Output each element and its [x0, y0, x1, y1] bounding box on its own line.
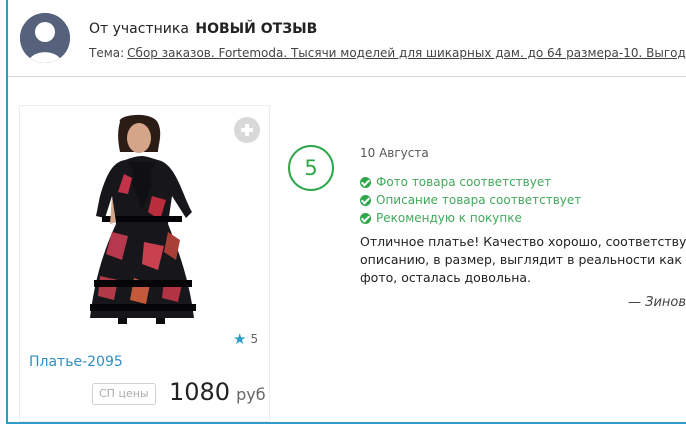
- review-author: — Зинов: [628, 295, 686, 310]
- review-checklist: Фото товара соответствует Описание товар…: [360, 173, 581, 227]
- check-item: Описание товара соответствует: [360, 191, 581, 209]
- review-text-line: описанию, в размер, выглядит в реальност…: [360, 252, 686, 267]
- check-item: Рекомендую к покупке: [360, 209, 581, 227]
- price-value: 1080: [169, 378, 231, 406]
- avatar-silhouette-icon: [20, 13, 70, 63]
- sender-line: От участника НОВЫЙ ОТЗЫВ: [89, 21, 317, 37]
- product-rating: ★ 5: [233, 330, 258, 348]
- product-card: ★ 5 Платье-2095 СП цены 1080 руб: [19, 105, 270, 422]
- notification-header: От участника НОВЫЙ ОТЗЫВ Тема: Сбор заказ…: [8, 0, 686, 77]
- check-label: Фото товара соответствует: [376, 175, 552, 189]
- topic-line: Тема: Сбор заказов. Fortemoda. Тысячи мод…: [89, 46, 686, 60]
- check-circle-icon: [360, 194, 371, 206]
- review-date: 10 Августа: [360, 146, 429, 160]
- price-currency: руб: [236, 385, 266, 404]
- new-review-label: НОВЫЙ ОТЗЫВ: [195, 21, 318, 37]
- product-price: 1080 руб: [169, 378, 266, 406]
- add-icon[interactable]: [234, 117, 260, 143]
- topic-label: Тема:: [89, 46, 125, 60]
- sp-price-badge: СП цены: [92, 383, 156, 405]
- product-title-link[interactable]: Платье-2095: [29, 354, 123, 370]
- rating-value: 5: [250, 332, 259, 346]
- check-label: Описание товара соответствует: [376, 193, 582, 207]
- review-text-line: Отличное платье! Качество хорошо, соотве…: [360, 234, 686, 249]
- review-score: 5: [288, 145, 334, 191]
- review-text-line: фото, осталась довольна.: [360, 270, 532, 285]
- check-circle-icon: [360, 176, 371, 188]
- topic-link[interactable]: Сбор заказов. Fortemoda. Тысячи моделей …: [127, 46, 686, 60]
- review-text: Отличное платье! Качество хорошо, соотве…: [360, 233, 686, 287]
- star-icon: ★: [233, 330, 247, 348]
- user-avatar[interactable]: [20, 13, 70, 63]
- check-label: Рекомендую к покупке: [376, 211, 522, 225]
- sender-label: От участника: [89, 21, 189, 37]
- product-photo[interactable]: [72, 114, 212, 324]
- check-item: Фото товара соответствует: [360, 173, 581, 191]
- check-circle-icon: [360, 212, 371, 224]
